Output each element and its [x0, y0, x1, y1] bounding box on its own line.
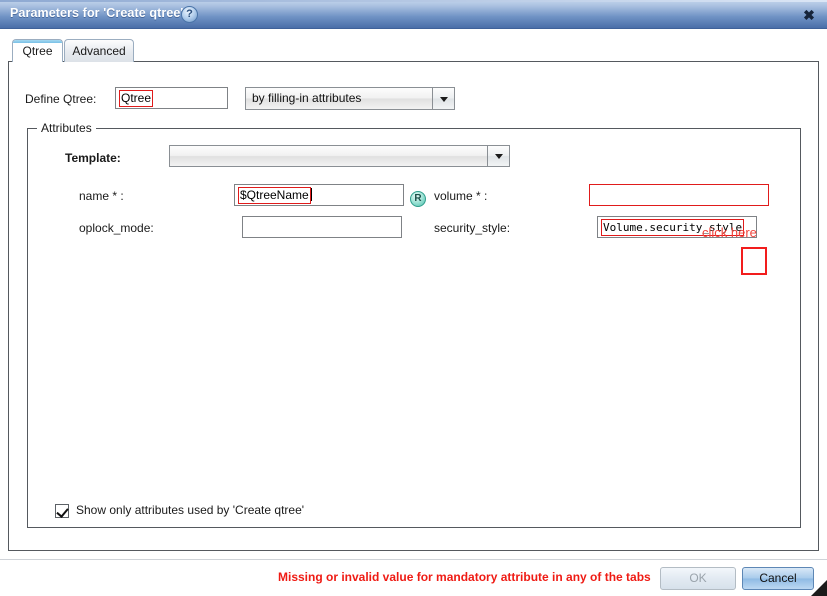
dialog-title: Parameters for 'Create qtree' — [10, 6, 184, 20]
tab-qtree-label: Qtree — [22, 44, 53, 58]
text-caret — [310, 188, 312, 201]
show-only-attributes-label: Show only attributes used by 'Create qtr… — [76, 503, 305, 517]
volume-input[interactable] — [589, 184, 769, 206]
define-qtree-value: Qtree — [119, 90, 154, 107]
template-label: Template: — [65, 151, 121, 165]
resize-grip[interactable] — [811, 580, 827, 596]
error-message: Missing or invalid value for mandatory a… — [278, 570, 651, 584]
name-input[interactable]: $QtreeName — [234, 184, 404, 206]
close-icon[interactable]: ✖ — [800, 6, 818, 24]
oplock-mode-input[interactable] — [242, 216, 402, 238]
name-value: $QtreeName — [238, 187, 311, 204]
volume-label: volume * : — [434, 189, 488, 203]
name-label: name * : — [79, 189, 124, 203]
tab-strip: Qtree Advanced — [8, 39, 819, 62]
chevron-down-icon[interactable] — [432, 88, 454, 109]
template-dropdown[interactable] — [169, 145, 510, 167]
attributes-legend: Attributes — [37, 121, 96, 135]
oplock-mode-label: oplock_mode: — [79, 221, 154, 235]
security-style-label: security_style: — [434, 221, 511, 235]
tab-advanced-label: Advanced — [72, 44, 126, 58]
required-reference-badge[interactable]: R — [410, 191, 426, 207]
tab-advanced[interactable]: Advanced — [64, 39, 134, 62]
tab-qtree[interactable]: Qtree — [12, 39, 63, 62]
define-qtree-label: Define Qtree: — [25, 92, 97, 106]
help-circle-icon[interactable]: ? — [181, 6, 198, 23]
cancel-button[interactable]: Cancel — [742, 567, 814, 590]
define-qtree-input[interactable]: Qtree — [115, 87, 228, 109]
dialog-title-bar[interactable]: Parameters for 'Create qtree' ? ✖ — [0, 0, 827, 29]
parameters-dialog: Parameters for 'Create qtree' ? ✖ Qtree … — [0, 0, 827, 596]
define-mode-value: by filling-in attributes — [252, 91, 362, 105]
click-here-annotation: click here — [702, 225, 757, 240]
tab-content-panel: Define Qtree: Qtree by filling-in attrib… — [8, 61, 819, 551]
checkbox-checked-icon[interactable] — [55, 504, 69, 518]
chevron-down-icon[interactable] — [487, 146, 509, 166]
define-mode-dropdown[interactable]: by filling-in attributes — [245, 87, 455, 110]
footer-divider — [0, 559, 827, 560]
ok-button[interactable]: OK — [660, 567, 736, 590]
